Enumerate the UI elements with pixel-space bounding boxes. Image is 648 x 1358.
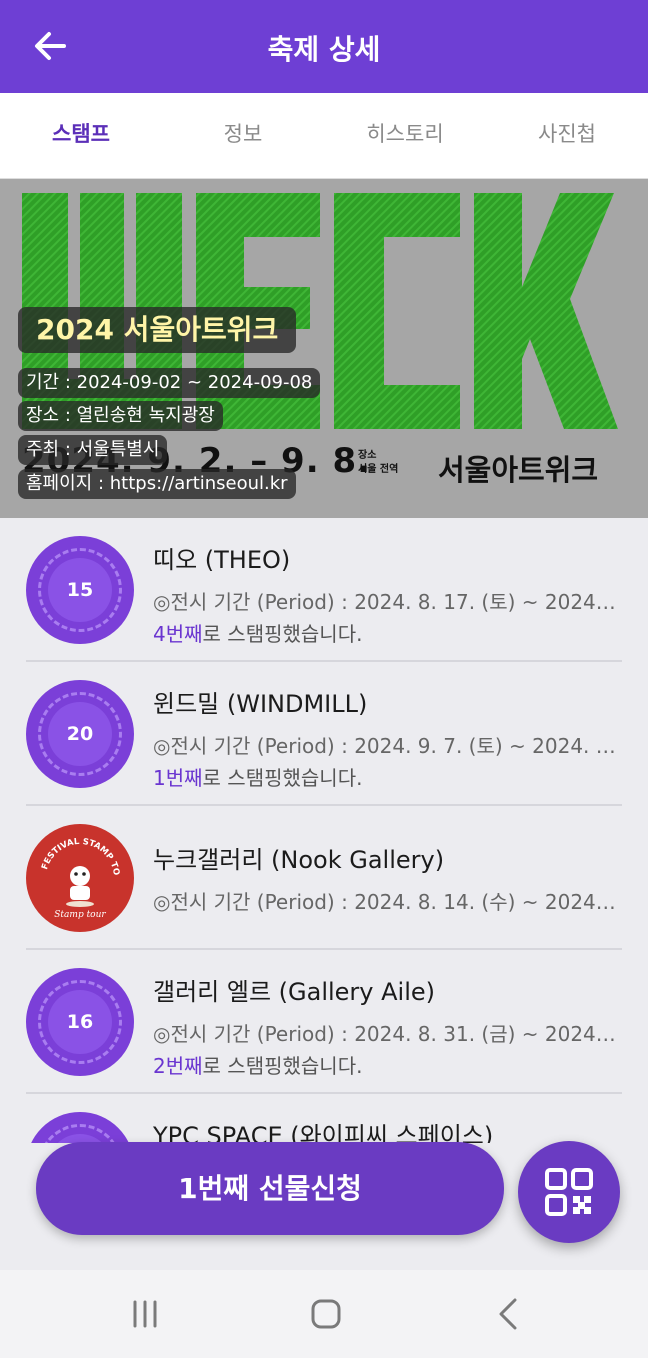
list-item[interactable]: 15 띠오 (THEO) ◎전시 기간 (Period) : 2024. 8. …	[26, 518, 622, 662]
tab-info[interactable]: 정보	[162, 93, 324, 179]
festival-title: 2024 서울아트위크	[18, 307, 297, 353]
stamp-count: 2번째로 스탬핑했습니다.	[153, 1054, 363, 1078]
place-name: 갤러리 엘르 (Gallery Aile)	[153, 978, 436, 1006]
list-item[interactable]: FESTIVAL STAMP TOUR Stamp tour 누크갤러리 (No…	[23, 806, 622, 950]
stamp-count: 4번째로 스탬핑했습니다.	[153, 622, 363, 646]
stamp-badge: 15	[26, 536, 134, 644]
festival-host: 주최 : 서울특별시	[18, 435, 168, 465]
system-nav-bar	[0, 1270, 648, 1358]
stamp-list: 15 띠오 (THEO) ◎전시 기간 (Period) : 2024. 8. …	[0, 518, 648, 1143]
festival-period: 기간 : 2024-09-02 ~ 2024-09-08	[18, 368, 321, 398]
stamp-number: 16	[66, 1011, 94, 1033]
festival-homepage[interactable]: 홈페이지 : https://artinseoul.kr	[18, 469, 296, 499]
stamp-count: 1번째로 스탬핑했습니다.	[153, 766, 363, 790]
list-item[interactable]: YPC SPACE (와이피씨 스페이스)	[26, 1094, 622, 1143]
svg-text:Stamp tour: Stamp tour	[54, 910, 106, 920]
svg-text:FESTIVAL STAMP TOUR: FESTIVAL STAMP TOUR	[26, 824, 121, 876]
stamp-badge: 20	[26, 680, 134, 788]
stamp-number: 20	[66, 723, 94, 745]
gift-request-button[interactable]: 1번째 선물신청	[36, 1142, 504, 1235]
place-name: 윈드밀 (WINDMILL)	[153, 690, 368, 718]
poster-name: 서울아트위크	[438, 453, 599, 487]
tab-stamp[interactable]: 스탬프	[0, 93, 162, 179]
festival-banner: 2024. 9. 2. – 9. 8. 장소 서울 전역 서울아트위크 2024…	[0, 179, 648, 518]
tab-album[interactable]: 사진첩	[486, 93, 648, 179]
festival-place: 장소 : 열린송현 녹지광장	[18, 401, 223, 431]
stamp-badge	[26, 1112, 134, 1143]
back-icon[interactable]	[478, 1294, 538, 1334]
poster-place: 장소 서울 전역	[358, 450, 399, 475]
place-name: 띠오 (THEO)	[153, 546, 291, 574]
tab-bar: 스탬프 정보 히스토리 사진첩	[0, 93, 648, 179]
exhibition-period: ◎전시 기간 (Period) : 2024. 8. 14. (수) ~ 202…	[153, 890, 621, 914]
exhibition-period: ◎전시 기간 (Period) : 2024. 8. 17. (토) ~ 202…	[153, 590, 621, 614]
stamp-badge: 16	[26, 968, 134, 1076]
qr-scan-button[interactable]	[518, 1141, 620, 1243]
stamp-tour-badge-icon: FESTIVAL STAMP TOUR Stamp tour	[23, 817, 134, 932]
qr-code-icon	[545, 1168, 593, 1216]
stamp-number: 15	[66, 579, 94, 601]
place-name: 누크갤러리 (Nook Gallery)	[153, 846, 445, 874]
app-bar: 축제 상세	[0, 0, 648, 93]
tab-history[interactable]: 히스토리	[324, 93, 486, 179]
exhibition-period: ◎전시 기간 (Period) : 2024. 9. 7. (토) ~ 2024…	[153, 734, 621, 758]
page-title: 축제 상세	[267, 33, 381, 66]
list-item[interactable]: 20 윈드밀 (WINDMILL) ◎전시 기간 (Period) : 2024…	[26, 662, 622, 806]
list-item[interactable]: 16 갤러리 엘르 (Gallery Aile) ◎전시 기간 (Period)…	[26, 950, 622, 1094]
recent-apps-icon[interactable]	[115, 1294, 175, 1334]
place-name: YPC SPACE (와이피씨 스페이스)	[153, 1122, 494, 1143]
home-icon[interactable]	[296, 1294, 356, 1334]
exhibition-period: ◎전시 기간 (Period) : 2024. 8. 31. (금) ~ 202…	[153, 1022, 621, 1046]
